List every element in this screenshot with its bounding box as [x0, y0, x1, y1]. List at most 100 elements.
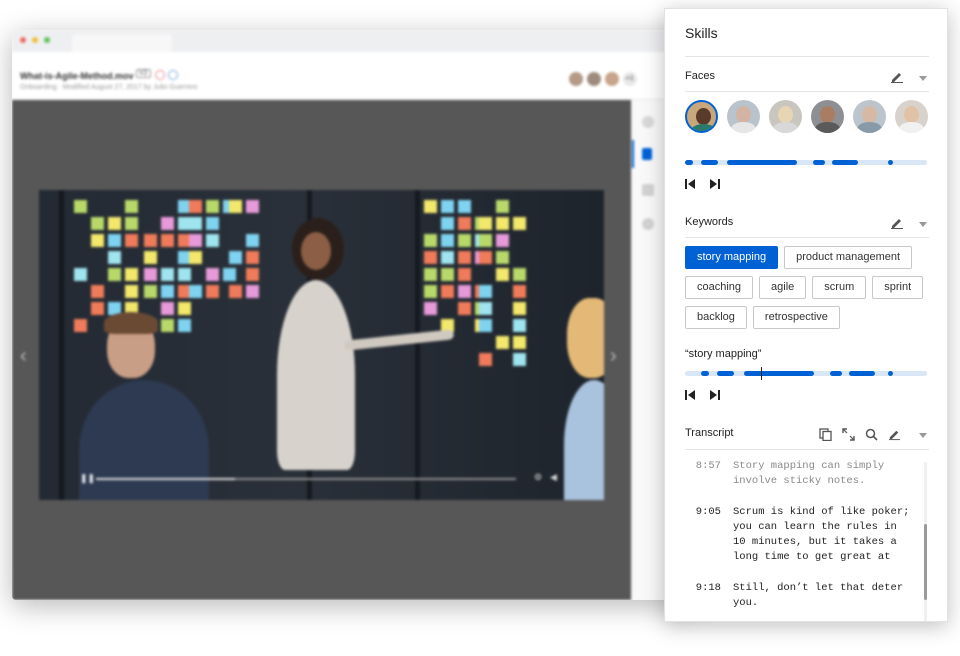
chevron-left-icon[interactable]: ‹: [20, 345, 27, 368]
sticky-note: [125, 234, 138, 247]
keyword-chip[interactable]: product management: [784, 246, 913, 269]
video-progress-track[interactable]: [96, 478, 516, 480]
edit-pencil-icon[interactable]: [890, 71, 904, 83]
chevron-down-icon[interactable]: [919, 433, 927, 438]
sticky-note: [125, 200, 138, 213]
keyword-chip[interactable]: coaching: [685, 276, 754, 299]
transcript-entry[interactable]: 9:18 Still, don’t let that deter you.: [685, 581, 921, 611]
copy-icon[interactable]: [819, 428, 832, 441]
minimize-window-dot[interactable]: [32, 37, 38, 43]
video-frame[interactable]: [39, 190, 604, 500]
faces-timeline[interactable]: [685, 160, 927, 165]
pause-icon[interactable]: ❚❚: [80, 473, 95, 484]
keyword-chip[interactable]: retrospective: [752, 306, 840, 329]
transcript-entry[interactable]: 9:05 Scrum is kind of like poker; you can…: [685, 505, 921, 565]
skills-pencil-icon[interactable]: [642, 148, 652, 160]
skip-previous-icon[interactable]: [685, 390, 696, 400]
keyword-chip[interactable]: backlog: [685, 306, 747, 329]
sticky-note: [479, 217, 492, 230]
sticky-note: [74, 200, 87, 213]
divider: [685, 56, 929, 57]
preview-window: What-is-Agile-Method.mov V2 Onboarding ·…: [12, 30, 692, 600]
keyword-chip[interactable]: sprint: [872, 276, 924, 299]
comments-icon[interactable]: [642, 116, 654, 128]
sticky-note: [91, 302, 104, 315]
keyword-chip[interactable]: scrum: [812, 276, 867, 299]
chevron-right-icon[interactable]: ›: [610, 345, 617, 368]
sticky-note: [206, 217, 219, 230]
transcript-timestamp[interactable]: 9:05: [685, 505, 733, 565]
face-avatar[interactable]: [853, 100, 886, 133]
sticky-note: [441, 234, 454, 247]
keyword-timeline[interactable]: [685, 367, 927, 380]
video-player[interactable]: ‹ › ❚❚ ⚙ ◀: [12, 100, 631, 600]
skip-next-icon[interactable]: [710, 179, 721, 189]
face-avatar[interactable]: [811, 100, 844, 133]
listener-right-hair: [567, 298, 604, 378]
transcript-text: Still, don’t let that deter you.: [733, 582, 904, 609]
sticky-note: [513, 285, 526, 298]
keyword-chip[interactable]: agile: [759, 276, 807, 299]
avatar[interactable]: [568, 71, 584, 87]
transcript-scrollbar[interactable]: [924, 462, 927, 621]
scrollbar-thumb[interactable]: [924, 524, 927, 600]
keyword-chip[interactable]: story mapping: [685, 246, 779, 269]
details-icon[interactable]: [642, 184, 654, 196]
sticky-note: [246, 200, 259, 213]
video-controls[interactable]: ❚❚ ⚙ ◀: [72, 472, 562, 484]
chevron-down-icon[interactable]: [919, 76, 927, 81]
sticky-note: [496, 200, 509, 213]
skip-next-icon[interactable]: [710, 390, 721, 400]
version-badge[interactable]: V2: [136, 69, 151, 78]
keywords-title: Keywords: [685, 216, 734, 228]
keyword-skip-controls: [685, 390, 721, 400]
transcript-text: Scrum is kind of like poker; you can lea…: [733, 506, 910, 563]
avatar[interactable]: [604, 71, 620, 87]
more-options-button[interactable]: ···: [624, 74, 632, 83]
share-icon[interactable]: [168, 70, 178, 80]
transcript-timestamp[interactable]: 8:57: [685, 459, 733, 489]
sticky-note: [441, 285, 454, 298]
close-window-dot[interactable]: [20, 37, 26, 43]
avatar[interactable]: [586, 71, 602, 87]
sticky-note: [125, 285, 138, 298]
expand-icon[interactable]: [842, 428, 855, 441]
sticky-note: [479, 353, 492, 366]
edit-pencil-icon[interactable]: [888, 428, 901, 441]
face-avatar[interactable]: [685, 100, 718, 133]
sticky-note: [246, 285, 259, 298]
playhead-marker[interactable]: [761, 367, 762, 380]
sticky-note: [479, 302, 492, 315]
presenter-figure: [277, 280, 355, 470]
sticky-note: [161, 234, 174, 247]
search-icon[interactable]: [865, 428, 878, 441]
activity-icon[interactable]: [642, 218, 654, 230]
sticky-note: [479, 251, 492, 264]
sticky-note: [496, 268, 509, 281]
edit-pencil-icon[interactable]: [890, 217, 904, 229]
transcript-timestamp[interactable]: 9:18: [685, 581, 733, 611]
sticky-note: [178, 302, 191, 315]
sticky-note: [479, 319, 492, 332]
transcript-list[interactable]: 8:57 Story mapping can simply involve sti…: [685, 459, 921, 621]
face-avatar[interactable]: [895, 100, 928, 133]
browser-tab[interactable]: [72, 34, 172, 52]
settings-icon[interactable]: ⚙: [534, 472, 542, 483]
divider: [685, 91, 929, 92]
face-avatar[interactable]: [727, 100, 760, 133]
volume-icon[interactable]: ◀: [550, 472, 557, 483]
divider: [685, 449, 929, 450]
selected-keyword-label: “story mapping”: [685, 348, 762, 360]
sticky-note: [496, 336, 509, 349]
zoom-window-dot[interactable]: [44, 37, 50, 43]
sticky-note: [229, 285, 242, 298]
skip-previous-icon[interactable]: [685, 179, 696, 189]
sticky-note: [246, 234, 259, 247]
face-avatar[interactable]: [769, 100, 802, 133]
chevron-down-icon[interactable]: [919, 222, 927, 227]
sticky-note: [513, 319, 526, 332]
transcript-entry[interactable]: 8:57 Story mapping can simply involve sti…: [685, 459, 921, 489]
divider: [685, 237, 929, 238]
sticky-note: [458, 200, 471, 213]
sticky-note: [458, 285, 471, 298]
